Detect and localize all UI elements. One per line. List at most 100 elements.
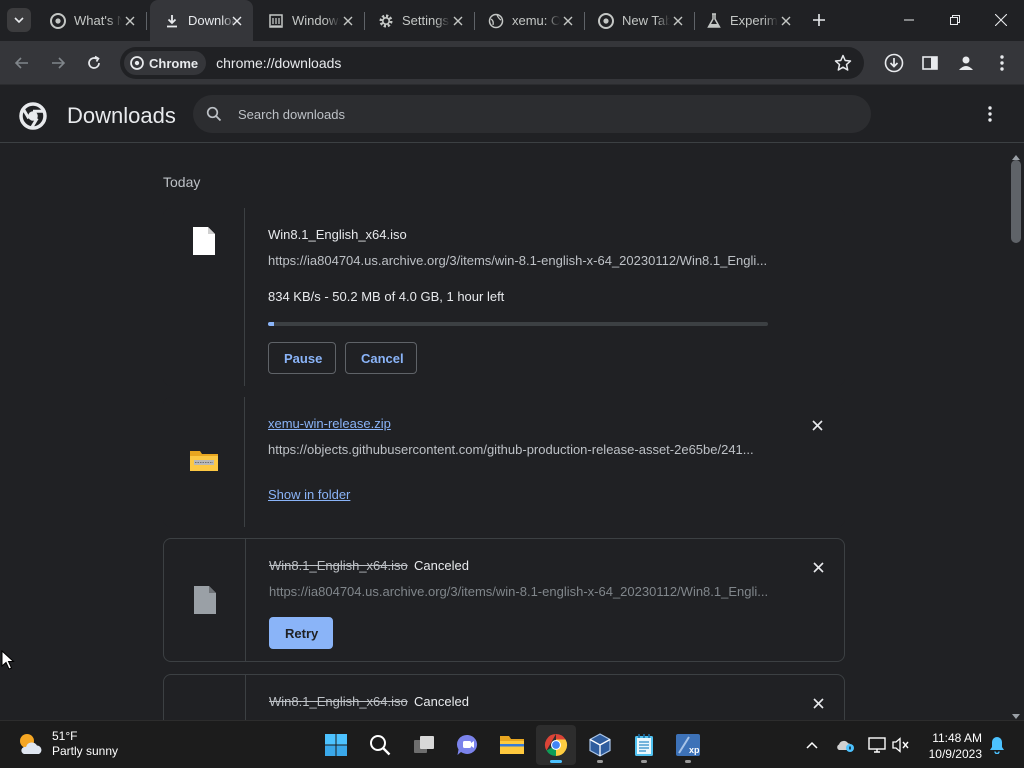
back-button[interactable] xyxy=(8,49,36,77)
globe-icon xyxy=(488,13,504,29)
remove-download-button[interactable] xyxy=(809,694,827,712)
tab-new-tab[interactable]: New Tab xyxy=(584,0,694,41)
forward-button[interactable] xyxy=(44,49,72,77)
tab-experiments[interactable]: Experiments xyxy=(692,0,802,41)
teams-chat-button[interactable] xyxy=(448,725,488,765)
close-icon[interactable] xyxy=(778,13,794,29)
windows-icon xyxy=(268,13,284,29)
chevron-down-icon xyxy=(14,17,24,24)
download-url[interactable]: https://ia804704.us.archive.org/3/items/… xyxy=(269,584,769,599)
task-view-button[interactable] xyxy=(404,725,444,765)
browser-toolbar: Chrome chrome://downloads xyxy=(0,41,1024,85)
search-input[interactable] xyxy=(238,106,798,122)
tab-windows[interactable]: Windows 8.1 English xyxy=(254,0,364,41)
chrome-taskbar-button[interactable] xyxy=(536,725,576,765)
volume-tray-icon[interactable] xyxy=(889,733,913,757)
download-status: Canceled xyxy=(414,694,469,709)
tab-downloads[interactable]: Downloads xyxy=(150,0,253,41)
vm-windows-xp-taskbar-button[interactable]: xp xyxy=(668,725,708,765)
tab-title: Settings xyxy=(402,13,449,28)
tab-settings[interactable]: Settings xyxy=(364,0,474,41)
new-tab-button[interactable] xyxy=(808,9,830,31)
download-item: Win8.1_English_x64.iso Canceled xyxy=(163,674,845,720)
reload-button[interactable] xyxy=(80,49,108,77)
close-icon[interactable] xyxy=(229,13,245,29)
side-panel-button[interactable] xyxy=(916,49,944,77)
scrollbar-thumb[interactable] xyxy=(1011,160,1021,243)
close-icon[interactable] xyxy=(450,13,466,29)
close-icon[interactable] xyxy=(670,13,686,29)
restore-icon xyxy=(950,15,960,25)
profile-button[interactable] xyxy=(952,49,980,77)
chrome-menu-button[interactable] xyxy=(988,49,1016,77)
network-tray-icon[interactable] xyxy=(865,733,889,757)
page-title: Downloads xyxy=(67,103,176,128)
retry-button[interactable]: Retry xyxy=(269,617,333,649)
virtualbox-icon xyxy=(589,733,611,757)
taskbar-search-button[interactable] xyxy=(360,725,400,765)
close-icon xyxy=(811,419,823,431)
tab-xemu[interactable]: xemu: Original Xbox Emulator xyxy=(474,0,584,41)
search-downloads[interactable] xyxy=(193,95,871,133)
start-button[interactable] xyxy=(316,725,356,765)
downloads-menu-button[interactable] xyxy=(978,102,1002,126)
download-circle-icon xyxy=(884,53,904,73)
download-url[interactable]: https://objects.githubusercontent.com/gi… xyxy=(268,442,768,457)
close-icon xyxy=(812,697,824,709)
arrow-left-icon xyxy=(14,57,28,69)
download-progress-text: 834 KB/s - 50.2 MB of 4.0 GB, 1 hour lef… xyxy=(268,289,505,304)
address-bar[interactable]: Chrome chrome://downloads xyxy=(120,47,864,79)
tab-title: Experiments xyxy=(730,13,778,28)
flask-icon xyxy=(706,12,722,29)
remove-download-button[interactable] xyxy=(808,416,826,434)
file-icon xyxy=(192,226,216,261)
close-icon[interactable] xyxy=(122,13,138,29)
bookmark-star-icon[interactable] xyxy=(834,54,852,77)
notepad-icon xyxy=(635,734,653,756)
remove-download-button[interactable] xyxy=(809,558,827,576)
arrow-right-icon xyxy=(52,57,66,69)
onedrive-tray-icon[interactable] xyxy=(833,733,857,757)
download-icon xyxy=(164,13,180,29)
download-item: xemu-win-release.zip https://objects.git… xyxy=(163,397,845,527)
cancel-button[interactable]: Cancel xyxy=(345,342,417,374)
minimize-icon xyxy=(904,19,914,21)
notifications-button[interactable] xyxy=(985,733,1009,757)
site-chip[interactable]: Chrome xyxy=(124,51,207,75)
weather-widget[interactable]: 51°F Partly sunny xyxy=(16,729,118,759)
windows-logo-icon xyxy=(325,734,347,756)
tab-title: What's New in Chrome xyxy=(74,13,122,28)
close-icon[interactable] xyxy=(560,13,576,29)
download-filename: Win8.1_English_x64.iso xyxy=(269,558,408,573)
notepad-taskbar-button[interactable] xyxy=(624,725,664,765)
tab-title: xemu: Original Xbox Emulator xyxy=(512,13,560,28)
url-text[interactable]: chrome://downloads xyxy=(216,55,341,71)
tab-whats-new[interactable]: What's New in Chrome xyxy=(36,0,146,41)
minimize-button[interactable] xyxy=(886,0,932,40)
kebab-menu-icon xyxy=(1000,55,1004,71)
download-item: Win8.1_English_x64.iso https://ia804704.… xyxy=(163,208,845,386)
chrome-icon xyxy=(50,12,66,29)
tab-search-button[interactable] xyxy=(7,8,31,32)
show-hidden-icons-button[interactable] xyxy=(800,733,824,757)
downloads-header: Downloads xyxy=(0,86,1024,143)
side-panel-icon xyxy=(922,56,938,70)
scrollbar[interactable] xyxy=(1008,143,1024,720)
windows-taskbar: 51°F Partly sunny xp 11:48 AM 10/9/2023 xyxy=(0,720,1024,768)
close-icon[interactable] xyxy=(340,13,356,29)
download-filename-link[interactable]: xemu-win-release.zip xyxy=(268,416,391,431)
file-explorer-button[interactable] xyxy=(492,725,532,765)
task-view-icon xyxy=(414,736,434,753)
pause-button[interactable]: Pause xyxy=(268,342,336,374)
download-url[interactable]: https://ia804704.us.archive.org/3/items/… xyxy=(268,253,768,268)
show-in-folder-link[interactable]: Show in folder xyxy=(268,487,350,502)
tab-strip: What's New in Chrome Downloads Windows 8… xyxy=(0,0,1024,41)
downloads-toolbar-button[interactable] xyxy=(880,49,908,77)
restore-button[interactable] xyxy=(932,0,978,40)
system-clock[interactable]: 11:48 AM 10/9/2023 xyxy=(918,730,982,762)
close-window-button[interactable] xyxy=(978,0,1024,40)
virtualbox-taskbar-button[interactable] xyxy=(580,725,620,765)
download-filename: Win8.1_English_x64.iso xyxy=(269,694,408,709)
search-icon xyxy=(370,735,391,756)
search-icon xyxy=(206,106,222,122)
